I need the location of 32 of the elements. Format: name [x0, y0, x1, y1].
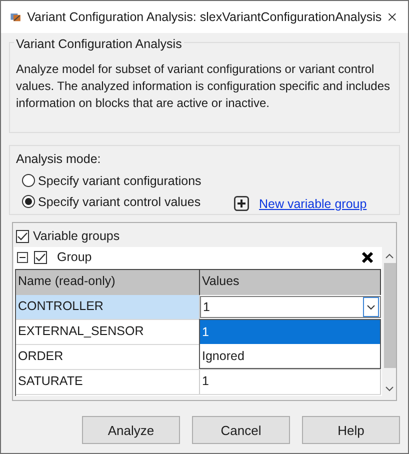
variable-groups-checkbox[interactable]: Variable groups [13, 223, 396, 247]
dialog-button[interactable]: Cancel [192, 416, 290, 444]
check-icon [35, 252, 46, 262]
group-checkbox[interactable] [34, 250, 47, 264]
scroll-up-icon[interactable] [385, 253, 394, 259]
chevron-down-icon [367, 304, 375, 310]
new-variable-group-link[interactable]: New variable group [259, 196, 367, 210]
close-icon[interactable] [388, 11, 396, 23]
dropdown-option[interactable]: Ignored [200, 344, 380, 368]
description-text: Analyze model for subset of variant configurations or variant control values. The analyzed information is configuration specific and includes information on blocks that are active or inactive. [16, 61, 391, 112]
group-name: Group [57, 250, 93, 264]
dropdown-option[interactable]: 1 [200, 320, 380, 344]
radio-option[interactable]: Specify variant configurations [22, 174, 234, 188]
column-header[interactable]: Values [200, 270, 381, 295]
window-title: Variant Configuration Analysis: slexVariantConfigurationAnalysis [27, 10, 382, 24]
radio-option[interactable]: Specify variant control values [22, 194, 234, 208]
dropdown-button[interactable] [363, 297, 379, 317]
table-cell[interactable]: SATURATE [16, 370, 200, 394]
dialog-button[interactable]: Help [302, 416, 400, 444]
scroll-down-icon[interactable] [385, 386, 394, 392]
analysis-mode-label: Analysis mode: [16, 152, 102, 166]
value-dropdown[interactable]: 1 [200, 296, 381, 318]
add-icon[interactable] [234, 196, 249, 210]
check-icon [17, 232, 28, 240]
collapse-icon[interactable] [17, 252, 28, 262]
table-cell[interactable]: ORDER [16, 345, 200, 369]
panel-heading: Variant Configuration Analysis [14, 37, 184, 51]
table-cell[interactable]: EXTERNAL_SENSOR [16, 320, 200, 344]
delete-icon[interactable] [361, 250, 374, 264]
dialog-button[interactable]: Analyze [82, 416, 180, 444]
table-cell[interactable]: CONTROLLER [16, 295, 200, 319]
table-cell[interactable]: 1 [200, 370, 381, 394]
